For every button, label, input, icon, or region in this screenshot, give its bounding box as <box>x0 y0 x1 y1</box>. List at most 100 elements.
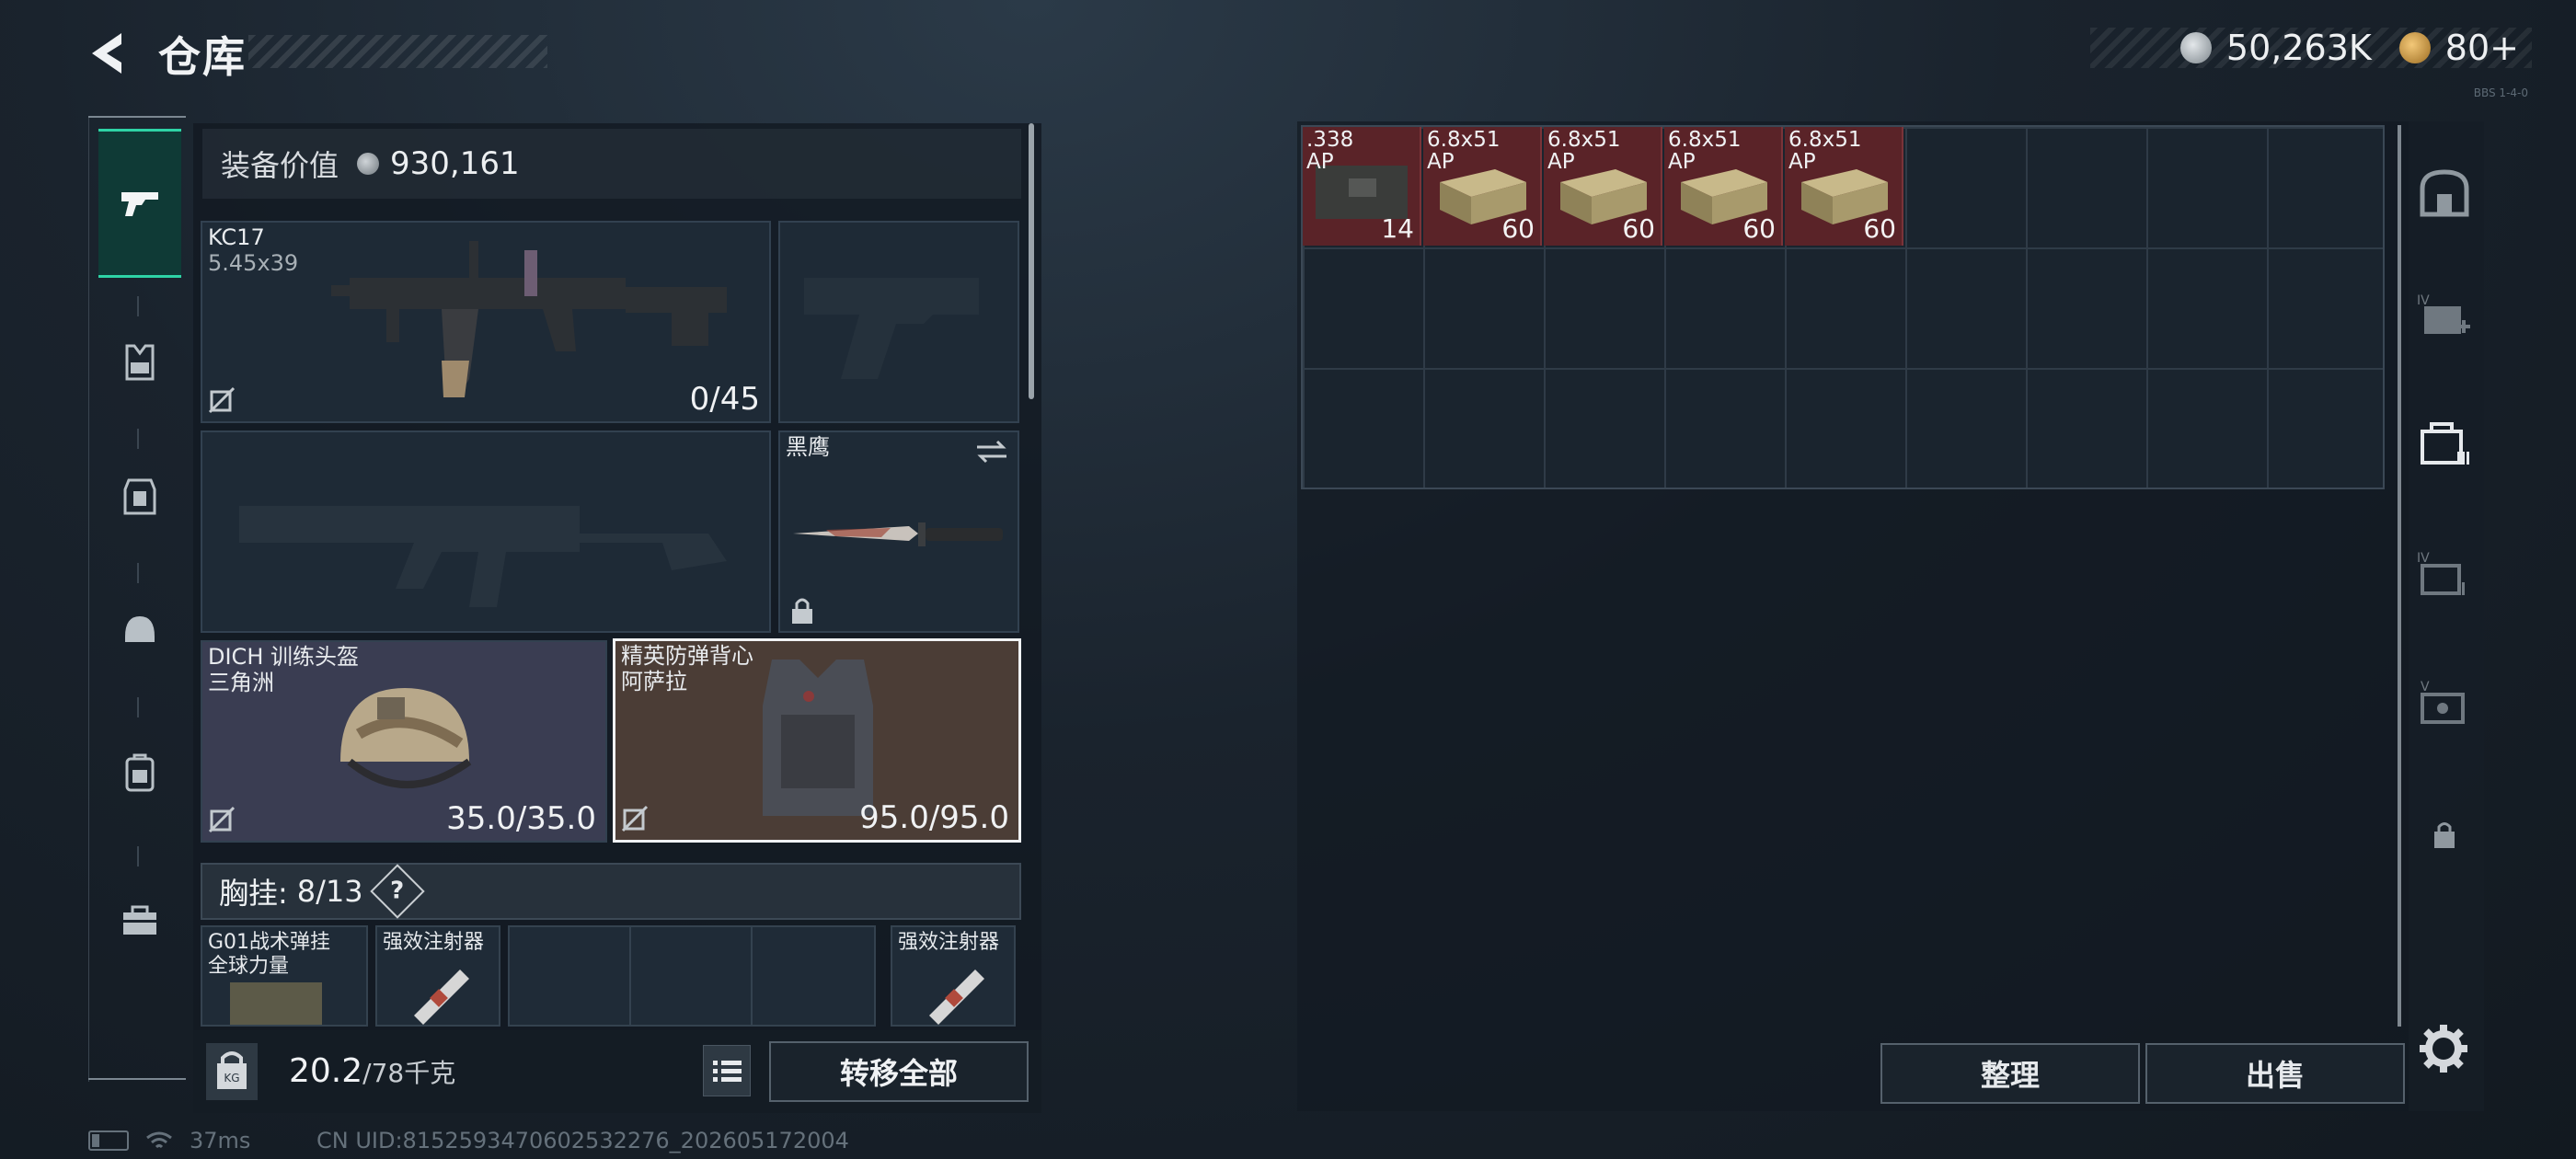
medical-case-icon: IV <box>2417 293 2470 334</box>
transfer-all-button[interactable]: 转移全部 <box>769 1041 1029 1102</box>
storage-scrollbar[interactable] <box>2398 125 2401 1027</box>
tab-ammo-case-iv[interactable]: IV <box>2416 546 2473 603</box>
melee-name: 黑鹰 <box>786 434 830 460</box>
storage-item-338-ap[interactable]: .338 AP 14 <box>1303 127 1421 246</box>
silver-coin-icon <box>357 153 380 175</box>
gear-icon <box>2420 1025 2467 1073</box>
tab-medical-case[interactable]: IV <box>2416 287 2473 344</box>
category-nav <box>88 118 189 1082</box>
armor-brand: 阿萨拉 <box>621 669 687 694</box>
injector-item[interactable]: 强效注射器 <box>891 925 1016 1027</box>
weight-icon: KG <box>217 1051 247 1089</box>
item-type: AP <box>1306 150 1334 174</box>
gun-icon <box>121 192 158 216</box>
knife-image <box>793 522 1003 546</box>
equipment-value-label: 装备价值 <box>221 148 339 183</box>
item-caliber: 6.8x51 <box>1788 128 1862 152</box>
rifle-image <box>331 241 727 397</box>
nav-tab-armor[interactable] <box>98 442 181 552</box>
swap-icon[interactable] <box>973 438 1010 465</box>
settings-button[interactable] <box>2416 1021 2471 1076</box>
weight-lock-button[interactable]: KG <box>206 1043 258 1100</box>
pistol-slot[interactable] <box>778 221 1019 423</box>
armor-durability: 95.0/95.0 <box>859 799 1009 836</box>
rig-empty-slots[interactable] <box>508 925 876 1027</box>
item-caliber: 6.8x51 <box>1427 128 1501 152</box>
currency-bar: 50,263K 80+ <box>2090 28 2532 68</box>
item-type: AP <box>1668 150 1696 174</box>
uninsured-icon <box>621 805 649 832</box>
item-count: 14 <box>1381 213 1414 244</box>
chest-rig-count: 8/13 <box>296 874 363 909</box>
nav-tab-toolbox[interactable] <box>98 865 181 975</box>
tab-ticket-case[interactable]: V <box>2416 675 2473 732</box>
container-tabs <box>2409 121 2484 1111</box>
list-view-button[interactable] <box>703 1045 751 1096</box>
silver-coin-icon <box>2179 32 2212 63</box>
nav-tab-chest-rig[interactable] <box>98 307 181 418</box>
item-caliber: 6.8x51 <box>1668 128 1742 152</box>
injector-item[interactable]: 强效注射器 <box>375 925 500 1027</box>
item-count: 60 <box>1742 213 1776 244</box>
item-count: 60 <box>1501 213 1535 244</box>
svg-text:IV: IV <box>2417 293 2430 308</box>
svg-text:V: V <box>2421 680 2430 694</box>
equipment-value: 930,161 <box>390 145 520 182</box>
injector-image <box>929 970 984 1025</box>
helmet-slot[interactable]: DICH 训练头盔 三角洲 35.0/35.0 <box>201 640 607 843</box>
lock-icon <box>2434 822 2455 848</box>
equipment-value-row: 装备价值 930,161 <box>202 129 1021 199</box>
item-type: AP <box>1427 150 1455 174</box>
svg-text:IV: IV <box>2417 551 2430 566</box>
title-decoration <box>248 35 547 68</box>
injector-image <box>414 970 469 1025</box>
ping-value: 37ms <box>190 1128 251 1153</box>
loadout-scrollbar[interactable] <box>1029 123 1034 399</box>
rig-image <box>230 982 322 1025</box>
sell-button[interactable]: 出售 <box>2145 1043 2405 1104</box>
item-count: 60 <box>1622 213 1655 244</box>
injector-name: 强效注射器 <box>898 931 1000 954</box>
help-icon[interactable]: ? <box>369 864 425 919</box>
weapon-caliber: 5.45x39 <box>208 250 299 276</box>
carry-weight-max: /78千克 <box>362 1058 456 1088</box>
storage-item-68x51-ap[interactable]: 6.8x51 AP 60 <box>1664 127 1783 246</box>
chest-rig-item[interactable]: G01战术弹挂 全球力量 <box>201 925 368 1027</box>
armor-slot[interactable]: 精英防弹背心 阿萨拉 95.0/95.0 <box>613 638 1021 843</box>
armor-icon <box>123 478 156 515</box>
ticket-case-icon: V <box>2421 680 2465 724</box>
back-button[interactable] <box>83 26 138 81</box>
nav-tab-helmet[interactable] <box>98 574 181 684</box>
backpack-icon <box>125 753 155 792</box>
tab-ammo-case[interactable] <box>2416 416 2473 473</box>
rifle-silhouette <box>239 506 727 607</box>
nav-tab-backpack[interactable] <box>98 717 181 828</box>
status-bar: 37ms <box>88 1128 250 1153</box>
helmet-durability: 35.0/35.0 <box>446 800 596 837</box>
gold-currency-value: 80+ <box>2444 28 2519 68</box>
nav-tab-weapons[interactable] <box>98 129 181 278</box>
storage-item-68x51-ap[interactable]: 6.8x51 AP 60 <box>1785 127 1903 246</box>
carry-weight-current: 20.2 <box>289 1052 363 1090</box>
svg-text:KG: KG <box>224 1072 239 1084</box>
vest-icon <box>125 344 155 381</box>
item-caliber: .338 <box>1306 128 1354 152</box>
list-icon <box>713 1061 742 1082</box>
secondary-weapon-slot[interactable] <box>201 430 771 633</box>
tab-locked[interactable] <box>2416 806 2473 863</box>
ammo-case-locked-icon: IV <box>2417 551 2465 595</box>
gold-coin-icon <box>2398 32 2431 63</box>
melee-slot[interactable]: 黑鹰 <box>778 430 1019 633</box>
primary-weapon-slot[interactable]: KC17 5.45x39 0/45 <box>201 221 771 423</box>
back-arrow-icon <box>92 33 121 74</box>
safe-icon <box>2420 169 2469 217</box>
user-uid: CN UID:8152593470602532276_202605172004 <box>316 1128 849 1153</box>
tab-safe-box[interactable] <box>2416 164 2473 221</box>
uninsured-icon <box>208 386 236 414</box>
armor-name: 精英防弹背心 <box>621 643 753 669</box>
storage-item-68x51-ap[interactable]: 6.8x51 AP 60 <box>1423 127 1542 246</box>
storage-item-68x51-ap[interactable]: 6.8x51 AP 60 <box>1544 127 1662 246</box>
sort-button[interactable]: 整理 <box>1880 1043 2140 1104</box>
item-type: AP <box>1547 150 1575 174</box>
item-count: 60 <box>1863 213 1896 244</box>
